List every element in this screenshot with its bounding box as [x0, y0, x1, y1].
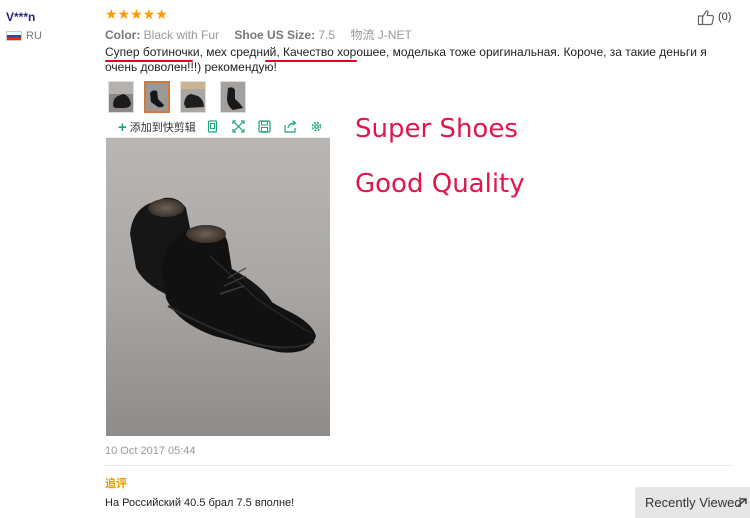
add-to-clip-button[interactable]: + 添加到快剪辑 [118, 119, 196, 136]
size-value: 7.5 [318, 28, 336, 42]
divider [105, 465, 733, 466]
followup-text: На Российский 40.5 брал 7.5 вполне! [105, 497, 295, 509]
review-thumbnail-selected[interactable] [144, 81, 170, 113]
image-toolbar: + 添加到快剪辑 [106, 117, 330, 138]
annotation-good-quality: Good Quality [355, 169, 525, 199]
share-icon[interactable] [284, 120, 297, 133]
size-label: Shoe US Size: [234, 28, 316, 42]
reviewer-name: V***n [6, 10, 36, 24]
expand-icon[interactable] [232, 120, 245, 133]
order-attributes: Color: Black with Fur Shoe US Size: 7.5 … [105, 26, 412, 43]
review-date: 10 Oct 2017 05:44 [105, 445, 196, 457]
thumbs-up-icon[interactable] [697, 8, 715, 26]
color-value: Black with Fur [143, 28, 220, 42]
add-to-clip-label: 添加到快剪辑 [129, 122, 196, 134]
logistics-label: 物流 [350, 28, 375, 42]
followup-label: 追评 [105, 478, 127, 490]
red-underline [265, 60, 357, 62]
review-photo[interactable] [106, 138, 330, 436]
plus-icon: + [118, 119, 127, 136]
helpful-count: (0) [718, 11, 732, 23]
review-thumbnail[interactable] [220, 81, 246, 113]
review-thumbnail[interactable] [108, 81, 134, 113]
collapse-arrow-icon [737, 498, 747, 507]
star-rating: ★★★★★ [105, 6, 168, 22]
review-thumbnail[interactable] [180, 81, 206, 113]
red-underline [105, 60, 193, 62]
color-label: Color: [105, 28, 141, 42]
review-segment-highlight-1: Супер ботиночки [105, 45, 200, 59]
recently-viewed-button[interactable]: Recently Viewed [635, 487, 750, 518]
review-text: Супер ботиночки, мех средний, Качество х… [105, 45, 730, 75]
reviewer-country: RU [26, 30, 42, 42]
annotation-super-shoes: Super Shoes [355, 114, 518, 144]
copy-icon[interactable] [206, 120, 219, 133]
review-segment: , мех средний, [199, 45, 284, 59]
review-segment-highlight-2: Качество хорошее [283, 45, 386, 59]
recently-viewed-label: Recently Viewed [645, 495, 742, 510]
logistics-value: J-NET [377, 28, 412, 42]
settings-gear-icon[interactable] [310, 120, 323, 133]
russia-flag-icon [6, 31, 22, 41]
save-icon[interactable] [258, 120, 271, 133]
